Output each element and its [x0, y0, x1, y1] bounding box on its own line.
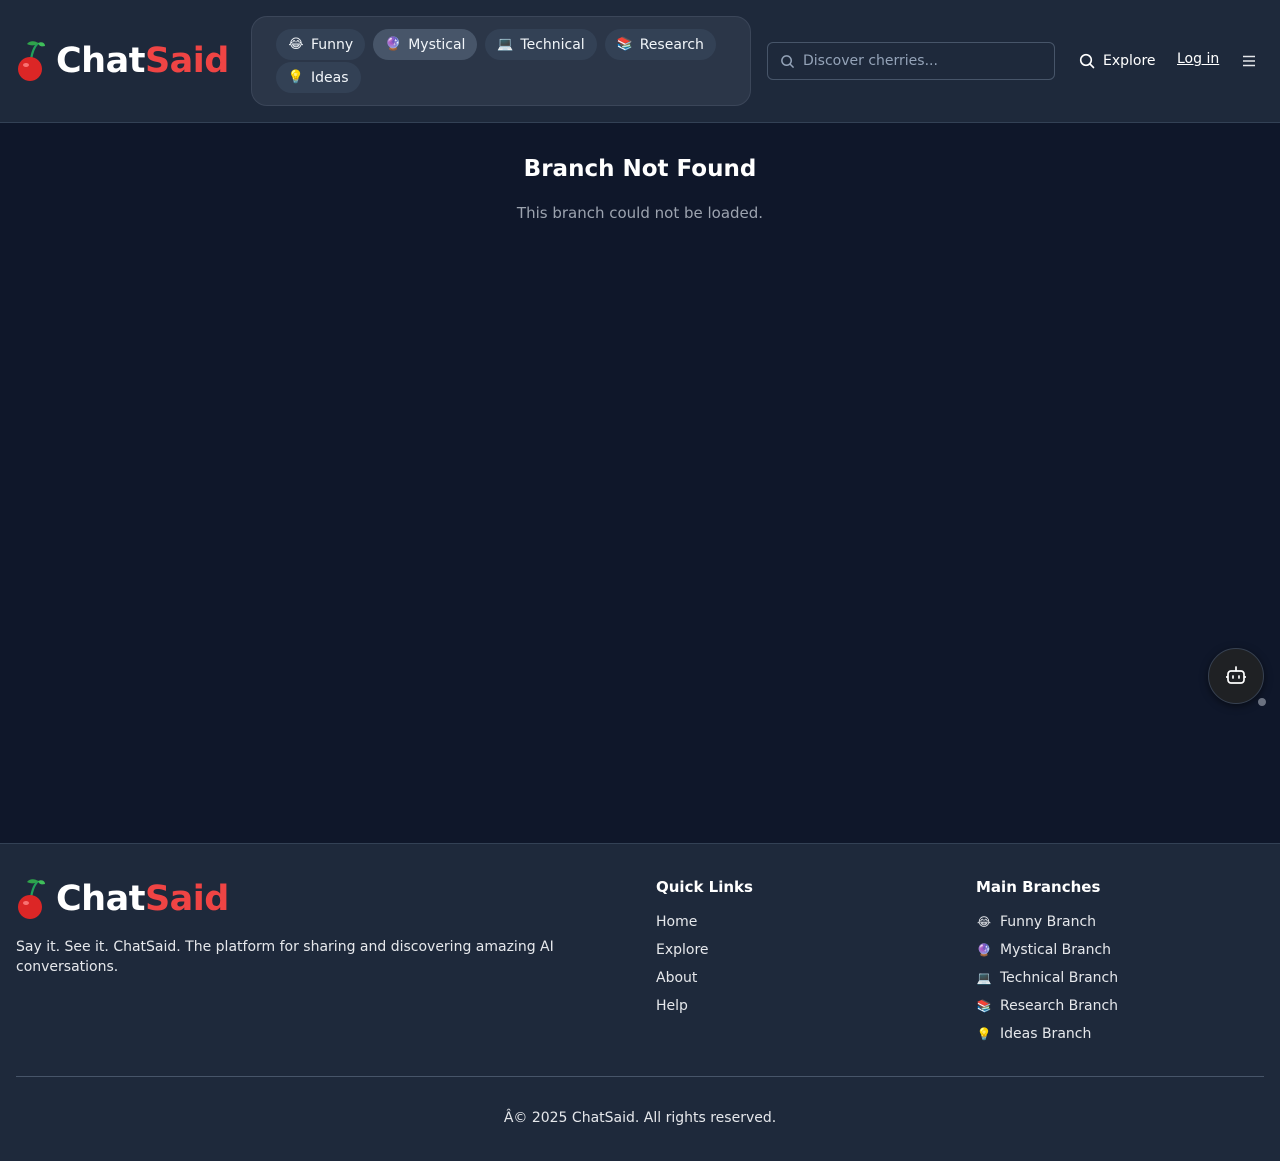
crystal-ball-icon: 🔮 [976, 943, 992, 957]
page-subtitle: This branch could not be loaded. [516, 204, 764, 222]
brand-name: ChatSaid [56, 40, 229, 81]
footer-divider [16, 1076, 1264, 1077]
books-icon: 📚 [616, 37, 633, 52]
login-link[interactable]: Log in [1177, 51, 1219, 67]
quick-links-title: Quick Links [656, 878, 753, 896]
footer-branch-technical[interactable]: 💻 Technical Branch [976, 970, 1119, 986]
footer-link-home[interactable]: Home [656, 914, 697, 930]
search-box [767, 42, 1055, 80]
brand-name: ChatSaid [56, 878, 229, 919]
cherry-icon [18, 41, 45, 81]
crystal-ball-icon: 🔮 [385, 37, 402, 52]
footer-link-explore[interactable]: Explore [656, 942, 709, 958]
hamburger-menu-icon[interactable] [1241, 53, 1257, 69]
code-window-icon: 💻 [976, 971, 992, 985]
code-window-icon: 💻 [497, 37, 514, 52]
header-logo[interactable]: ChatSaid [16, 38, 229, 84]
page-title: Branch Not Found [523, 156, 757, 182]
branch-chip-ideas[interactable]: 💡 Ideas [276, 62, 361, 93]
footer-branch-funny[interactable]: 😂 Funny Branch [976, 914, 1096, 930]
footer-branch-label: Mystical Branch [1000, 942, 1112, 958]
copyright-text: Â© 2025 ChatSaid. All rights reserved. [503, 1110, 777, 1126]
footer-branch-label: Research Branch [1000, 998, 1119, 1014]
search-icon [1079, 53, 1095, 69]
branch-chip-label: Funny [311, 36, 354, 53]
explore-label: Explore [1103, 53, 1156, 69]
footer-link-about[interactable]: About [656, 970, 697, 986]
footer-link-help[interactable]: Help [656, 998, 688, 1014]
branch-chip-funny[interactable]: 😂 Funny [276, 29, 366, 60]
books-icon: 📚 [976, 999, 992, 1013]
footer-branch-label: Ideas Branch [1000, 1026, 1092, 1042]
footer-branch-mystical[interactable]: 🔮 Mystical Branch [976, 942, 1112, 958]
cherry-icon [18, 879, 45, 919]
laughing-face-icon: 😂 [976, 915, 992, 929]
branch-chip-research[interactable]: 📚 Research [604, 29, 716, 60]
robot-icon [1226, 666, 1246, 684]
branch-selector: 😂 Funny 🔮 Mystical 💻 Technical 📚 Researc… [251, 16, 751, 106]
status-dot [1258, 698, 1266, 706]
lightbulb-icon: 💡 [287, 70, 305, 85]
branch-chip-technical[interactable]: 💻 Technical [485, 29, 597, 60]
branch-chip-label: Mystical [408, 36, 466, 53]
search-icon [781, 54, 794, 68]
explore-link[interactable]: Explore [1079, 50, 1156, 72]
footer-branch-label: Funny Branch [1000, 914, 1097, 930]
footer-branch-ideas[interactable]: 💡 Ideas Branch [976, 1026, 1092, 1042]
footer-logo[interactable]: ChatSaid [16, 876, 229, 922]
branch-chip-mystical[interactable]: 🔮 Mystical [373, 29, 478, 60]
lightbulb-icon: 💡 [976, 1027, 992, 1041]
search-input[interactable] [803, 53, 1043, 69]
branch-chip-label: Research [639, 36, 704, 53]
footer-tagline: Say it. See it. ChatSaid. The platform f… [16, 939, 554, 975]
laughing-face-icon: 😂 [288, 37, 304, 52]
site-header: ChatSaid 😂 Funny 🔮 Mystical 💻 Technical … [0, 0, 1280, 123]
chat-bot-button[interactable] [1208, 648, 1264, 704]
footer-branch-label: Technical Branch [1000, 970, 1119, 986]
branch-chip-label: Ideas [311, 69, 349, 86]
site-footer: ChatSaid Say it. See it. ChatSaid. The p… [0, 843, 1280, 1161]
branch-chip-label: Technical [520, 36, 585, 53]
main-branches-title: Main Branches [976, 878, 1101, 896]
footer-branch-research[interactable]: 📚 Research Branch [976, 998, 1119, 1014]
